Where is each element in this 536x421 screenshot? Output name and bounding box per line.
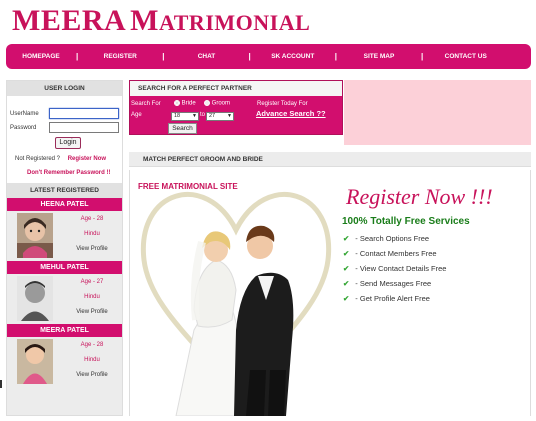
latest-registered-panel: LATEST REGISTERED HEENA PATEL Age - 28 H… [7,183,122,415]
feature-text: - View Contact Details Free [355,264,447,273]
feature-text: - Search Options Free [355,234,430,243]
register-today-text: Register Today For [257,101,308,107]
password-input[interactable] [49,122,119,133]
age-to-value: 27 [209,113,216,119]
feature-item: ✔ - Search Options Free [343,234,429,243]
age-from-value: 18 [174,113,181,119]
profile-card: Age - 27 Hindu View Profile [7,274,122,324]
chevron-down-icon: ▼ [192,113,197,119]
profile-religion: Hindu [84,294,100,300]
wedding-couple-illustration [140,191,332,416]
feature-item: ✔ - Send Messages Free [343,279,431,288]
view-profile-link[interactable]: View Profile [67,246,117,252]
advance-search-link[interactable]: Advance Search ?? [256,109,326,118]
chevron-down-icon: ▼ [227,113,232,119]
age-label: Age [131,112,142,118]
pink-banner-area [344,80,531,145]
feature-text: - Send Messages Free [355,279,432,288]
login-panel: USER LOGIN UserName Password Login Not R… [7,81,122,186]
forgot-password-link[interactable]: Don't Remember Password !! [27,170,110,176]
feature-text: - Get Profile Alert Free [355,294,430,303]
bride-radio[interactable] [174,100,180,106]
feature-item: ✔ - Contact Members Free [343,249,437,258]
logo-initial-m: M [130,4,159,37]
age-from-select[interactable]: 18 ▼ [171,112,199,121]
profile-card: Age - 28 Hindu View Profile [7,337,122,387]
profile-photo[interactable] [17,276,53,321]
search-title: SEARCH FOR A PERFECT PARTNER [130,81,342,96]
checkmark-icon: ✔ [343,279,350,288]
age-to-select[interactable]: 27 ▼ [206,112,234,121]
profile-name[interactable]: HEENA PATEL [7,198,122,211]
register-now-link[interactable]: Register Now [68,156,106,162]
age-to-label: to [200,112,206,118]
bride-option[interactable]: Bride [174,100,196,107]
nav-site-map[interactable]: SITE MAP [337,53,421,60]
search-for-label: Search For [131,101,161,107]
profile-photo[interactable] [17,213,53,258]
feature-item: ✔ - View Contact Details Free [343,264,446,273]
nav-homepage[interactable]: HOMEPAGE [6,53,76,60]
logo-word-matrimonial: ATRIMONIAL [159,10,311,35]
groom-label: Groom [211,100,231,107]
view-profile-link[interactable]: View Profile [67,372,117,378]
login-title: USER LOGIN [7,81,122,96]
bride-label: Bride [181,100,196,107]
checkmark-icon: ✔ [343,234,350,243]
latest-registered-title: LATEST REGISTERED [7,183,122,198]
search-button[interactable]: Search [168,123,197,134]
profile-card: Age - 28 Hindu View Profile [7,211,122,261]
checkmark-icon: ✔ [343,264,350,273]
checkmark-icon: ✔ [343,294,350,303]
password-label: Password [10,125,37,131]
scroll-edge-marker [0,380,2,388]
feature-text: - Contact Members Free [355,249,437,258]
profile-photo[interactable] [17,339,53,384]
login-button[interactable]: Login [55,137,81,149]
profile-name[interactable]: MEHUL PATEL [7,261,122,274]
not-registered-text: Not Registered ? [15,156,61,162]
view-profile-link[interactable]: View Profile [67,309,117,315]
not-registered-row: Not Registered ? Register Now [15,156,106,162]
search-partner-box: SEARCH FOR A PERFECT PARTNER Search For … [129,80,343,135]
feature-item: ✔ - Get Profile Alert Free [343,294,430,303]
nav-chat[interactable]: CHAT [165,53,249,60]
profile-age: Age - 28 [80,342,104,348]
profile-age: Age - 27 [80,279,104,285]
profile-age: Age - 28 [80,216,104,222]
nav-register[interactable]: REGISTER [78,53,162,60]
checkmark-icon: ✔ [343,249,350,258]
nav-sk-account[interactable]: SK ACCOUNT [251,53,335,60]
main-nav: HOMEPAGE | REGISTER | CHAT | SK ACCOUNT … [6,44,531,69]
profile-name[interactable]: MEERA PATEL [7,324,122,337]
site-logo[interactable]: MEERA MATRIMONIAL [12,4,310,38]
profile-religion: Hindu [84,357,100,363]
groom-radio[interactable] [204,100,210,106]
groom-option[interactable]: Groom [204,100,230,107]
logo-word-meera: MEERA [12,4,127,37]
nav-contact-us[interactable]: CONTACT US [423,53,508,60]
username-input[interactable] [49,108,119,119]
profile-religion: Hindu [84,231,100,237]
username-label: UserName [10,111,39,117]
promo-banner: FREE MATRIMONIAL SITE Register Now !!! 1… [129,170,531,416]
free-services-heading: 100% Totally Free Services [342,216,470,227]
match-section-title: MATCH PERFECT GROOM AND BRIDE [129,152,531,167]
left-sidebar: USER LOGIN UserName Password Login Not R… [6,80,123,416]
register-now-heading[interactable]: Register Now !!! [346,184,493,210]
